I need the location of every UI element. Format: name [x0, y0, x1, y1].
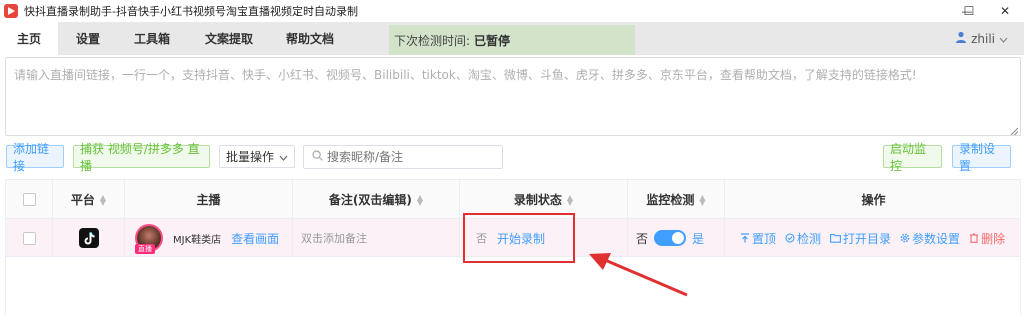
tab-home[interactable]: 主页 — [0, 22, 58, 55]
column-remark-label: 备注(双击编辑) — [328, 193, 412, 207]
tab-bar: 主页 设置 工具箱 文案提取 帮助文档 下次检测时间: 已暂停 zhili — [0, 22, 1024, 55]
column-record-status-label: 录制状态 — [513, 193, 562, 207]
folder-icon — [830, 233, 841, 243]
search-input[interactable] — [327, 150, 497, 164]
user-menu[interactable]: zhili — [955, 22, 1008, 55]
anchor-cell: 直播 MJK鞋类店 查看画面 — [125, 219, 293, 257]
resize-grip-icon[interactable] — [1010, 127, 1018, 135]
batch-actions-dropdown[interactable]: 批量操作 — [219, 145, 295, 168]
status-label: 下次检测时间: — [394, 33, 471, 48]
capture-live-button[interactable]: 捕获 视频号/拼多多 直播 — [73, 142, 210, 173]
user-icon — [955, 31, 967, 46]
add-link-button[interactable]: 添加链接 — [6, 142, 64, 173]
param-settings-button[interactable]: 参数设置 — [900, 230, 960, 247]
tab-settings[interactable]: 设置 — [62, 22, 114, 55]
live-badge: 直播 — [135, 244, 155, 254]
column-monitor[interactable]: 监控检测 ▲ ▼ — [628, 180, 725, 219]
platform-cell — [53, 219, 125, 257]
search-box[interactable] — [303, 145, 503, 169]
pin-top-label: 置顶 — [752, 231, 777, 246]
open-folder-label: 打开目录 — [843, 231, 892, 246]
column-anchor: 主播 — [125, 180, 293, 219]
check-circle-icon — [785, 233, 795, 243]
monitor-on-label: 是 — [692, 231, 705, 246]
chevron-down-icon — [999, 32, 1008, 46]
actions-cell: 置顶 检测 打开目录 参数设置 删除 — [725, 219, 1022, 257]
param-settings-label: 参数设置 — [912, 231, 961, 246]
maximize-button[interactable]: ☐ — [950, 0, 988, 22]
tiktok-icon — [78, 228, 99, 248]
remark-placeholder: 双击添加备注 — [301, 232, 367, 245]
check-label: 检测 — [797, 231, 822, 246]
maximize-icon: ☐ — [963, 4, 975, 18]
monitor-toggle[interactable] — [654, 230, 687, 246]
row-select-cell — [6, 219, 53, 257]
delete-button[interactable]: 删除 — [969, 230, 1005, 247]
record-settings-button[interactable]: 录制设置 — [952, 142, 1011, 173]
search-icon — [312, 150, 323, 164]
window-title: 快抖直播录制助手-抖音快手小红书视频号淘宝直播视频定时自动录制 — [24, 5, 358, 18]
sort-icon: ▲ ▼ — [566, 192, 574, 207]
column-anchor-label: 主播 — [196, 193, 221, 207]
tab-help-docs[interactable]: 帮助文档 — [276, 22, 344, 55]
gear-icon — [900, 233, 910, 243]
close-button[interactable]: ✕ — [986, 0, 1024, 22]
column-platform[interactable]: 平台 ▲ ▼ — [53, 180, 125, 219]
batch-actions-label: 批量操作 — [226, 150, 275, 164]
check-button[interactable]: 检测 — [785, 230, 821, 247]
select-all-cell — [6, 180, 53, 219]
start-monitor-button[interactable]: 启动监控 — [883, 142, 942, 173]
live-link-input[interactable] — [5, 57, 1021, 136]
sort-icon: ▲ ▼ — [699, 192, 706, 207]
user-name: zhili — [971, 31, 995, 46]
remark-cell[interactable]: 双击添加备注 — [293, 219, 460, 257]
row-checkbox[interactable] — [22, 231, 36, 245]
open-folder-button[interactable]: 打开目录 — [830, 230, 891, 247]
app-logo-icon — [4, 4, 18, 18]
monitor-off-label: 否 — [636, 231, 649, 246]
sort-icon: ▲ ▼ — [416, 192, 424, 207]
view-stream-link[interactable]: 查看画面 — [231, 230, 279, 247]
pin-top-icon — [741, 233, 749, 243]
column-platform-label: 平台 — [70, 193, 95, 207]
title-bar: 快抖直播录制助手-抖音快手小红书视频号淘宝直播视频定时自动录制 — ☐ ✕ — [0, 0, 1024, 22]
sort-icon: ▲ ▼ — [99, 192, 107, 207]
trash-icon — [970, 233, 979, 243]
highlight-box — [463, 213, 575, 263]
select-all-checkbox[interactable] — [22, 193, 36, 206]
tab-copy-extract[interactable]: 文案提取 — [195, 22, 263, 55]
delete-label: 删除 — [981, 231, 1006, 246]
column-actions: 操作 — [725, 180, 1022, 219]
avatar: 直播 — [135, 224, 163, 254]
chevron-down-icon — [279, 150, 288, 164]
close-icon: ✕ — [999, 4, 1011, 18]
status-value: 已暂停 — [474, 33, 511, 48]
next-check-status: 下次检测时间: 已暂停 — [389, 25, 635, 55]
anchor-name: MJK鞋类店 — [173, 234, 222, 246]
column-remark[interactable]: 备注(双击编辑) ▲ ▼ — [293, 180, 460, 219]
column-monitor-label: 监控检测 — [646, 193, 695, 207]
arrow-annotation-icon — [589, 253, 688, 297]
tab-toolbox[interactable]: 工具箱 — [122, 22, 182, 55]
column-actions-label: 操作 — [861, 193, 886, 207]
pin-top-button[interactable]: 置顶 — [740, 230, 776, 247]
